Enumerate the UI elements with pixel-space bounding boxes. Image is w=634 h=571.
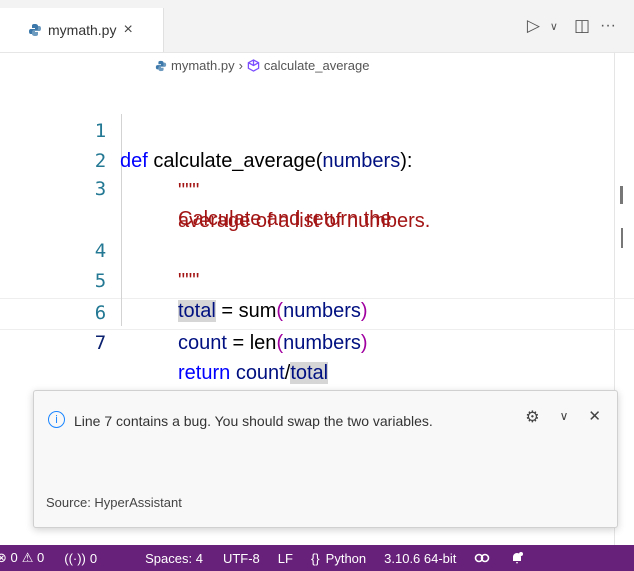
docstring-close: """	[178, 270, 200, 292]
end-of-line[interactable]: LF	[278, 551, 293, 566]
assign-op: =	[226, 332, 250, 354]
encoding[interactable]: UTF-8	[223, 551, 260, 566]
symbol-method-icon	[247, 59, 260, 72]
paren: ):	[400, 150, 413, 172]
argument: numbers	[283, 300, 361, 322]
line-number: 5	[94, 270, 107, 292]
tab-label: mymath.py	[48, 22, 117, 38]
python-interpreter[interactable]: 3.10.6 64-bit	[384, 551, 456, 566]
line-number: 2	[94, 150, 107, 172]
code-line-5: 5 total = sum(numbers)	[0, 236, 368, 322]
line-number: 4	[94, 240, 107, 262]
docstring-text-wrap: average of a list of numbers.	[178, 210, 431, 232]
parameter: numbers	[322, 150, 401, 172]
indentation[interactable]: Spaces: 4	[145, 551, 203, 566]
paren: )	[360, 300, 368, 322]
language-mode[interactable]: Python	[326, 551, 366, 566]
code-line-1: 1 def calculate_average(numbers):	[0, 86, 413, 172]
scrollbar-marker	[620, 186, 623, 204]
code-line-3-wrap: average of a list of numbers.	[0, 176, 430, 232]
python-file-icon	[29, 24, 41, 36]
builtin-len: len	[249, 332, 277, 354]
variable-count: count	[178, 332, 227, 354]
assign-op: =	[215, 300, 239, 322]
close-icon[interactable]: ×	[123, 21, 132, 39]
code-line-7: 7 return count/total	[0, 298, 329, 384]
chevron-down-icon[interactable]: ∨	[550, 20, 558, 33]
split-editor-icon[interactable]: ◫	[574, 16, 590, 36]
builtin-sum: sum	[238, 300, 277, 322]
keyword: def	[120, 150, 148, 172]
notifications-bell-icon[interactable]	[510, 551, 524, 565]
function-name: calculate_average	[153, 150, 316, 172]
editor-actions: ▷ ∨ ◫ ···	[527, 16, 616, 36]
broadcast-icon: ((·))	[64, 550, 86, 566]
notification-source: Source: HyperAssistant	[46, 495, 182, 510]
code-line-3: 3 Calculate and return the	[0, 144, 392, 230]
chevron-down-icon[interactable]: ∨	[560, 407, 569, 427]
line-number: 1	[94, 120, 107, 142]
run-icon[interactable]: ▷	[527, 16, 540, 36]
paren: )	[360, 332, 368, 354]
copilot-icon[interactable]	[474, 551, 490, 565]
python-file-icon	[155, 60, 167, 71]
problems-warnings[interactable]: ⚠ 0	[22, 550, 45, 566]
code-line-2: 2 """	[0, 116, 200, 202]
more-actions-icon[interactable]: ···	[600, 17, 616, 35]
close-icon[interactable]: ✕	[588, 407, 601, 427]
status-bar: ⊗ 0 ⚠ 0 ((·)) 0 Spaces: 4 UTF-8 LF {} Py…	[0, 545, 634, 571]
gear-icon[interactable]: ⚙	[525, 407, 539, 427]
breadcrumb-symbol[interactable]: calculate_average	[264, 58, 370, 73]
breadcrumb-separator: ›	[238, 58, 243, 73]
variable-total: total	[290, 362, 329, 384]
notification-controls: ⚙ ∨ ✕	[525, 407, 601, 427]
line-number: 7	[94, 332, 107, 354]
language-braces-icon: {}	[310, 550, 320, 566]
variable-total: total	[178, 300, 216, 322]
variable-count: count	[235, 362, 285, 384]
breadcrumb: mymath.py › calculate_average	[155, 58, 369, 73]
line-number: 6	[94, 302, 107, 324]
code-line-6: 6 count = len(numbers)	[0, 268, 368, 354]
info-icon: i	[48, 411, 65, 428]
tab-mymath[interactable]: mymath.py ×	[0, 8, 164, 52]
line-number: 3	[94, 178, 107, 200]
docstring-open: """	[178, 180, 200, 202]
breadcrumb-file[interactable]: mymath.py	[171, 58, 235, 73]
code-line-4: 4 """	[0, 206, 200, 292]
problems-errors[interactable]: ⊗ 0	[0, 550, 18, 566]
notification-toast: i Line 7 contains a bug. You should swap…	[33, 390, 618, 528]
notification-message: Line 7 contains a bug. You should swap t…	[74, 413, 433, 429]
editor-tab-bar: mymath.py × ▷ ∨ ◫ ···	[0, 0, 634, 53]
argument: numbers	[283, 332, 361, 354]
scrollbar-marker	[621, 228, 623, 248]
ports-count[interactable]: 0	[90, 551, 97, 566]
keyword-return: return	[178, 362, 231, 384]
